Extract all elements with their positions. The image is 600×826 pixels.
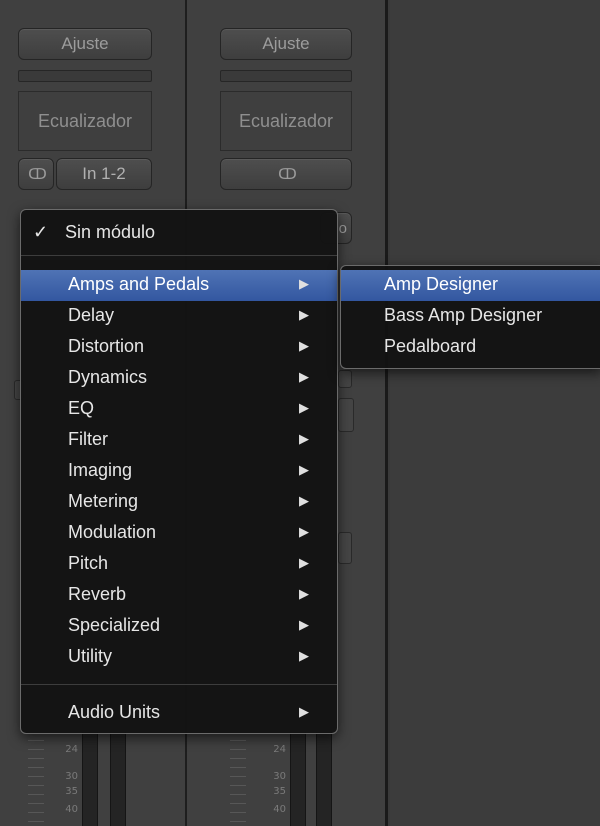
level-meter-2b [316, 732, 332, 826]
meter-scale-2: 24 30 35 40 [273, 744, 286, 815]
submenu-item-label: Pedalboard [384, 336, 477, 356]
display-slot-2 [220, 70, 352, 82]
menu-separator [21, 684, 337, 685]
submenu-arrow-icon: ▶ [299, 338, 309, 353]
partial-control-b [338, 398, 354, 432]
submenu-item-pedalboard[interactable]: Pedalboard [341, 332, 600, 363]
menu-item-pitch[interactable]: Pitch ▶ [21, 549, 337, 580]
link-icon: ↀ [28, 166, 47, 183]
eq-display-1[interactable]: Ecualizador [18, 91, 152, 151]
menu-item-audio-units[interactable]: Audio Units ▶ [21, 698, 337, 729]
eq-display-2[interactable]: Ecualizador [220, 91, 352, 151]
meter-scale-1: 24 30 35 40 [65, 744, 78, 815]
menu-item-label: Imaging [68, 460, 133, 480]
submenu-arrow-icon: ▶ [299, 431, 309, 446]
menu-item-label: Reverb [68, 584, 127, 604]
submenu-item-bass-amp-designer[interactable]: Bass Amp Designer [341, 301, 600, 332]
menu-item-label: Delay [68, 305, 115, 325]
submenu-arrow-icon: ▶ [299, 400, 309, 415]
menu-item-label: Utility [68, 646, 112, 666]
menu-item-dynamics[interactable]: Dynamics ▶ [21, 363, 337, 394]
submenu-arrow-icon: ▶ [299, 704, 309, 719]
menu-item-metering[interactable]: Metering ▶ [21, 487, 337, 518]
menu-item-amps-and-pedals[interactable]: Amps and Pedals ▶ [21, 270, 337, 301]
submenu-item-label: Amp Designer [384, 274, 499, 294]
submenu-arrow-icon: ▶ [299, 462, 309, 477]
partial-control-c [338, 532, 352, 564]
submenu-arrow-icon: ▶ [299, 493, 309, 508]
submenu-arrow-icon: ▶ [299, 276, 309, 291]
level-meter-1 [82, 732, 98, 826]
level-meter-2 [290, 732, 306, 826]
menu-item-label: Modulation [68, 522, 157, 542]
amps-and-pedals-submenu: Amp Designer Bass Amp Designer Pedalboar… [340, 265, 600, 369]
plugin-menu: ✓ Sin módulo Amps and Pedals ▶ Delay ▶ D… [20, 209, 338, 734]
link-button-1[interactable]: ↀ [18, 158, 54, 190]
submenu-arrow-icon: ▶ [299, 307, 309, 322]
menu-item-label: Specialized [68, 615, 161, 635]
link-icon: ↀ [278, 166, 297, 183]
fader-scale-2 [230, 740, 246, 826]
input-button-1[interactable]: In 1-2 [56, 158, 152, 190]
submenu-arrow-icon: ▶ [299, 369, 309, 384]
submenu-arrow-icon: ▶ [299, 617, 309, 632]
menu-item-modulation[interactable]: Modulation ▶ [21, 518, 337, 549]
menu-item-label: Dynamics [68, 367, 148, 387]
menu-separator [21, 255, 337, 256]
menu-item-label: Audio Units [68, 702, 161, 722]
mixer-empty-area [390, 0, 600, 826]
setting-button-1[interactable]: Ajuste [18, 28, 152, 60]
submenu-arrow-icon: ▶ [299, 524, 309, 539]
submenu-item-amp-designer[interactable]: Amp Designer [341, 270, 600, 301]
submenu-item-label: Bass Amp Designer [384, 305, 543, 325]
submenu-arrow-icon: ▶ [299, 586, 309, 601]
menu-item-label: Metering [68, 491, 139, 511]
menu-item-filter[interactable]: Filter ▶ [21, 425, 337, 456]
checkmark-icon: ✓ [33, 222, 49, 242]
menu-item-imaging[interactable]: Imaging ▶ [21, 456, 337, 487]
fader-scale-1 [28, 740, 44, 826]
menu-item-label: Amps and Pedals [68, 274, 210, 294]
level-meter-1b [110, 732, 126, 826]
submenu-arrow-icon: ▶ [299, 555, 309, 570]
link-button-2[interactable]: ↀ [220, 158, 352, 190]
menu-item-no-plugin[interactable]: ✓ Sin módulo [21, 218, 337, 249]
menu-item-delay[interactable]: Delay ▶ [21, 301, 337, 332]
menu-item-label: Sin módulo [65, 222, 156, 242]
menu-item-distortion[interactable]: Distortion ▶ [21, 332, 337, 363]
menu-item-specialized[interactable]: Specialized ▶ [21, 611, 337, 642]
menu-item-label: Distortion [68, 336, 145, 356]
menu-item-utility[interactable]: Utility ▶ [21, 642, 337, 673]
partial-control-a [338, 370, 352, 388]
menu-item-eq[interactable]: EQ ▶ [21, 394, 337, 425]
display-slot-1 [18, 70, 152, 82]
menu-item-label: Filter [68, 429, 108, 449]
menu-item-label: EQ [68, 398, 95, 418]
submenu-arrow-icon: ▶ [299, 648, 309, 663]
menu-item-label: Pitch [68, 553, 109, 573]
setting-button-2[interactable]: Ajuste [220, 28, 352, 60]
menu-item-reverb[interactable]: Reverb ▶ [21, 580, 337, 611]
